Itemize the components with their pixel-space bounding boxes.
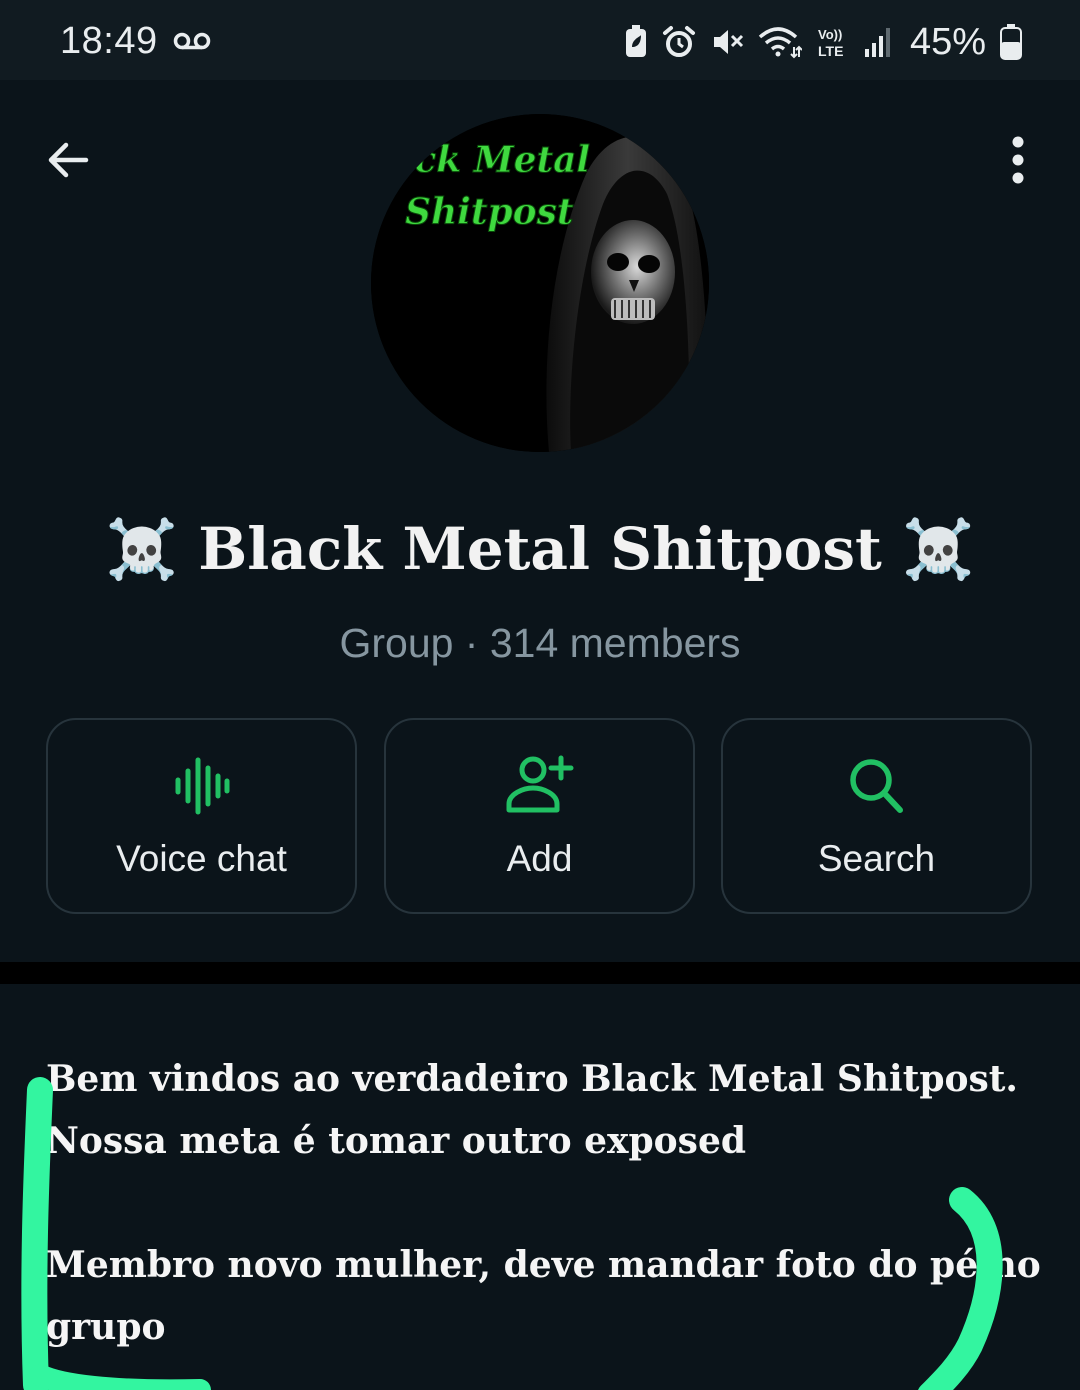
alarm-icon bbox=[662, 26, 695, 57]
search-button[interactable]: Search bbox=[721, 718, 1032, 914]
mute-icon bbox=[713, 30, 743, 54]
section-divider bbox=[0, 962, 1080, 984]
battery-percent: 45% bbox=[909, 20, 986, 63]
signal-icon bbox=[864, 28, 890, 57]
battery-saver-icon bbox=[625, 25, 646, 57]
status-icons: Vo)) LTE 45% bbox=[624, 20, 1022, 64]
status-time: 18:49 bbox=[60, 20, 158, 62]
description-line: Nossa meta é tomar outro exposed bbox=[46, 1120, 747, 1162]
arrow-left-icon[interactable] bbox=[42, 134, 94, 186]
status-bar: 18:49 Vo)) LTE 45% bbox=[0, 0, 1080, 80]
avatar-text-line2: Shitpost bbox=[405, 191, 574, 233]
description-line: grupo bbox=[46, 1306, 166, 1348]
wifi-icon bbox=[758, 27, 802, 59]
search-label: Search bbox=[817, 838, 936, 879]
description-line: Membro novo mulher, deve mandar foto do … bbox=[46, 1244, 1041, 1286]
search-icon bbox=[849, 759, 903, 813]
volte-icon: Vo)) LTE bbox=[818, 27, 843, 59]
voicemail-icon bbox=[173, 32, 211, 50]
description-line: Bem vindos ao verdadeiro Black Metal Shi… bbox=[46, 1058, 1018, 1100]
group-subtitle: Group · 314 members bbox=[339, 620, 741, 666]
group-description: Bem vindos ao verdadeiro Black Metal Shi… bbox=[46, 1048, 1046, 1358]
add-button[interactable]: Add bbox=[384, 718, 695, 914]
avatar-image: ack Metal Shitpost bbox=[371, 114, 709, 452]
add-person-icon bbox=[506, 755, 573, 813]
voice-wave-icon bbox=[175, 757, 229, 815]
avatar-text-line1: ack Metal bbox=[391, 139, 590, 181]
group-avatar[interactable]: ack Metal Shitpost bbox=[371, 114, 709, 452]
battery-icon bbox=[1000, 24, 1022, 60]
volte-label-bottom: LTE bbox=[818, 43, 843, 59]
voice-chat-button[interactable]: Voice chat bbox=[46, 718, 357, 914]
group-name: ☠️ Black Metal Shitpost ☠️ bbox=[105, 515, 975, 583]
voice-chat-label: Voice chat bbox=[116, 838, 287, 879]
more-vertical-icon[interactable] bbox=[998, 134, 1038, 186]
add-label: Add bbox=[506, 838, 573, 879]
volte-label-top: Vo)) bbox=[818, 27, 842, 42]
